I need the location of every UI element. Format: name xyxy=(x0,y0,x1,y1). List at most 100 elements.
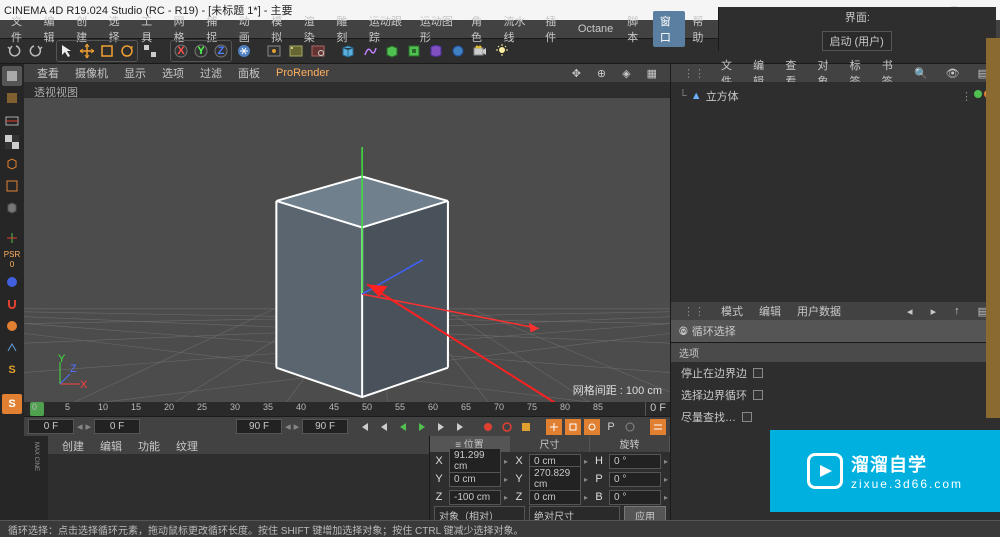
coord-field[interactable]: -100 cm xyxy=(449,490,501,505)
coord-field[interactable]: 0 ° xyxy=(609,454,661,469)
axis-x-icon[interactable]: X xyxy=(171,41,191,61)
poly-mode-icon[interactable] xyxy=(2,198,22,218)
vp-menu-camera[interactable]: 摄像机 xyxy=(68,64,115,82)
deformer-icon[interactable] xyxy=(426,41,446,61)
scale-icon[interactable] xyxy=(97,41,117,61)
rotate-icon[interactable] xyxy=(117,41,137,61)
vp-nav-icon[interactable]: ✥ xyxy=(565,66,588,81)
coord-field[interactable]: 0 cm xyxy=(529,490,581,505)
vp-layout-icon[interactable]: ▦ xyxy=(640,66,664,81)
key-rot-icon[interactable] xyxy=(584,419,600,435)
frame-end-field[interactable]: 90 F xyxy=(236,419,282,434)
menu-script[interactable]: 脚本 xyxy=(620,11,653,47)
edge-mode-icon[interactable] xyxy=(2,176,22,196)
sphere-tool-icon[interactable] xyxy=(2,272,22,292)
right-edge-bar[interactable] xyxy=(986,38,1000,418)
move-icon[interactable] xyxy=(77,41,97,61)
last-tool-icon[interactable] xyxy=(140,41,160,61)
coord-field[interactable]: 0 cm xyxy=(449,472,501,487)
vp-menu-view[interactable]: 查看 xyxy=(30,64,66,82)
menu-octane[interactable]: Octane xyxy=(571,21,620,37)
keysel-icon[interactable] xyxy=(518,419,534,435)
workplane-icon[interactable] xyxy=(2,110,22,130)
render-settings-icon[interactable] xyxy=(308,41,328,61)
attr-section-options[interactable]: 选项 xyxy=(671,343,1000,362)
attr-check-0[interactable] xyxy=(753,368,763,378)
coord-field[interactable]: 91.299 cm xyxy=(449,448,501,474)
autokey-icon[interactable] xyxy=(499,419,515,435)
mat-tab-create[interactable]: 创建 xyxy=(54,436,92,454)
mat-tab-func[interactable]: 功能 xyxy=(130,436,168,454)
vp-menu-filter[interactable]: 过滤 xyxy=(193,64,229,82)
psr-reset-icon[interactable]: PSR0 xyxy=(2,250,22,270)
environment-icon[interactable] xyxy=(448,41,468,61)
goto-end-icon[interactable] xyxy=(452,419,468,435)
vp-menu-panel[interactable]: 面板 xyxy=(231,64,267,82)
brush-icon[interactable] xyxy=(2,316,22,336)
key-pos-icon[interactable] xyxy=(546,419,562,435)
key-pla-icon[interactable] xyxy=(622,419,638,435)
goto-start-icon[interactable] xyxy=(357,419,373,435)
attr-check-2[interactable] xyxy=(742,412,752,422)
layout-combo[interactable]: 启动 (用户) xyxy=(822,31,892,51)
live-select-icon[interactable] xyxy=(57,41,77,61)
timeline-ruler[interactable]: 0510152025303540455055606570758085 0 F xyxy=(24,402,670,416)
axis-mode-icon[interactable] xyxy=(2,228,22,248)
attrtab-mode[interactable]: 模式 xyxy=(713,302,751,320)
coord-field[interactable]: 0 ° xyxy=(609,490,661,505)
cube-primitive-icon[interactable] xyxy=(338,41,358,61)
redo-icon[interactable] xyxy=(26,41,46,61)
objtab-grip[interactable]: ⋮⋮ xyxy=(675,66,713,81)
mat-tab-tex[interactable]: 纹理 xyxy=(168,436,206,454)
perspective-viewport[interactable]: YXZ 网格间距 : 100 cm xyxy=(24,98,670,402)
mat-3-icon[interactable]: MAX CINE xyxy=(33,442,39,471)
light-icon[interactable] xyxy=(492,41,512,61)
play-back-icon[interactable] xyxy=(395,419,411,435)
generator2-icon[interactable] xyxy=(404,41,424,61)
record-icon[interactable] xyxy=(480,419,496,435)
s-orange-icon[interactable]: S xyxy=(2,394,22,414)
key-scale-icon[interactable] xyxy=(565,419,581,435)
tree-item-cube[interactable]: └ ▲ 立方体 ⋮ xyxy=(675,86,996,106)
snap-icon[interactable] xyxy=(2,338,22,358)
model-mode-icon[interactable] xyxy=(2,66,22,86)
coord-tab-size[interactable]: 尺寸 xyxy=(510,436,590,452)
object-tree[interactable]: └ ▲ 立方体 ⋮ xyxy=(671,82,1000,302)
timeline-options-icon[interactable] xyxy=(650,419,666,435)
render-view-icon[interactable] xyxy=(264,41,284,61)
timeline-end-field[interactable]: 0 F xyxy=(645,402,670,416)
render-pv-icon[interactable] xyxy=(286,41,306,61)
menu-plugins[interactable]: 插件 xyxy=(538,11,571,47)
vp-menu-options[interactable]: 选项 xyxy=(155,64,191,82)
vp-menu-prorender[interactable]: ProRender xyxy=(269,66,336,80)
frame-start-field[interactable]: 0 F xyxy=(28,419,74,434)
vp-zoom-icon[interactable]: ◈ xyxy=(615,66,637,81)
prev-key-icon[interactable] xyxy=(376,419,392,435)
menu-window[interactable]: 窗口 xyxy=(653,11,686,47)
camera-icon[interactable] xyxy=(470,41,490,61)
vp-pan-icon[interactable]: ⊕ xyxy=(590,66,613,81)
axis-z-icon[interactable]: Z xyxy=(211,41,231,61)
obj-search-icon[interactable]: 🔍 xyxy=(906,66,936,81)
magnet-icon[interactable] xyxy=(2,294,22,314)
obj-eye-icon[interactable]: 👁 xyxy=(938,66,968,81)
visibility-editor-dot[interactable] xyxy=(974,90,982,98)
attrtab-grip[interactable]: ⋮⋮ xyxy=(675,304,713,319)
texture-mode-icon[interactable] xyxy=(2,88,22,108)
axis-y-icon[interactable]: Y xyxy=(191,41,211,61)
attrtab-userdata[interactable]: 用户数据 xyxy=(789,302,849,320)
frame-current-field[interactable]: 0 F xyxy=(94,419,140,434)
checker-icon[interactable] xyxy=(2,132,22,152)
point-mode-icon[interactable] xyxy=(2,154,22,174)
coord-field[interactable]: 0 ° xyxy=(609,472,661,487)
generator-icon[interactable] xyxy=(382,41,402,61)
attrtab-edit[interactable]: 编辑 xyxy=(751,302,789,320)
mat-tab-edit[interactable]: 编辑 xyxy=(92,436,130,454)
menu-help[interactable]: 帮助 xyxy=(685,11,718,47)
s-icon[interactable]: S xyxy=(2,360,22,380)
coord-field[interactable]: 270.829 cm xyxy=(529,466,581,492)
coord-system-icon[interactable] xyxy=(234,41,254,61)
vp-menu-display[interactable]: 显示 xyxy=(117,64,153,82)
undo-icon[interactable] xyxy=(4,41,24,61)
attr-check-1[interactable] xyxy=(753,390,763,400)
